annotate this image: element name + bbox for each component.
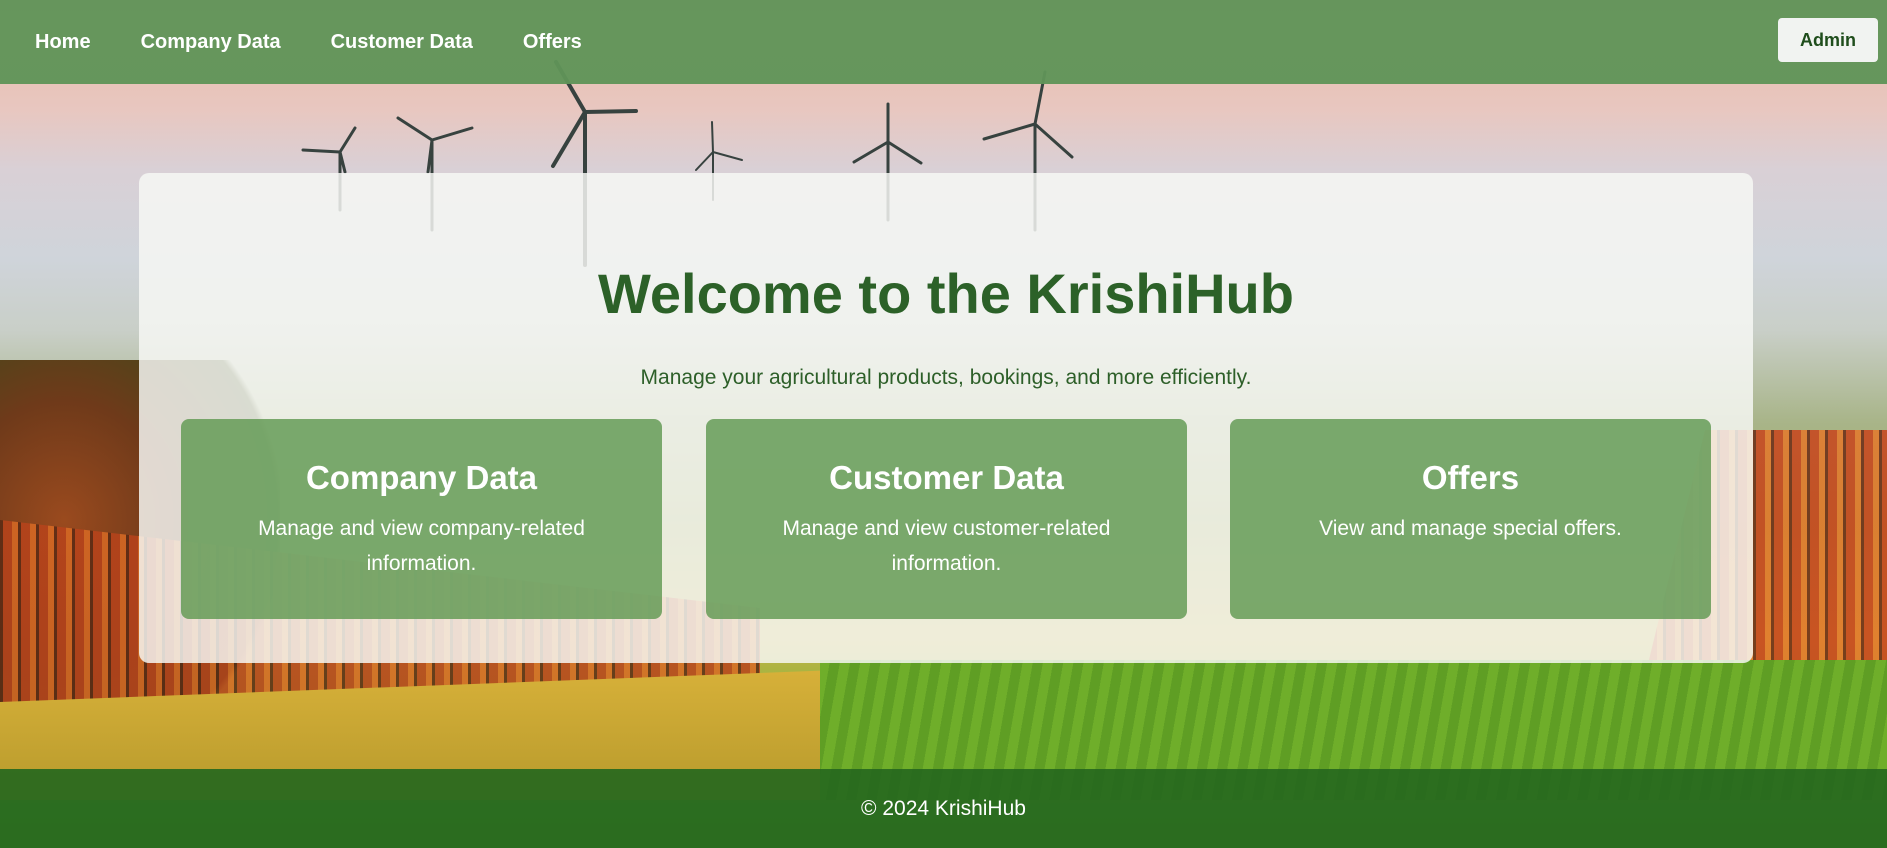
nav-link-offers[interactable]: Offers xyxy=(523,31,582,54)
card-title: Customer Data xyxy=(829,459,1064,496)
card-company-data[interactable]: Company Data Manage and view company-rel… xyxy=(181,419,662,619)
nav-link-home[interactable]: Home xyxy=(35,31,91,54)
nav-link-customer-data[interactable]: Customer Data xyxy=(331,31,473,54)
top-navbar: Home Company Data Customer Data Offers A… xyxy=(0,0,1887,84)
card-title: Offers xyxy=(1421,459,1520,496)
copyright-text: © 2024 KrishiHub xyxy=(861,796,1026,820)
card-customer-data[interactable]: Customer Data Manage and view customer-r… xyxy=(706,419,1187,619)
page-subtitle: Manage your agricultural products, booki… xyxy=(640,366,1252,389)
card-title: Company Data xyxy=(305,459,538,496)
admin-button[interactable]: Admin xyxy=(1778,18,1878,62)
card-description: View and manage special offers. xyxy=(1319,517,1622,540)
card-description: Manage and view company-related informat… xyxy=(258,517,585,575)
card-offers[interactable]: Offers View and manage special offers. xyxy=(1230,419,1711,619)
nav-link-company-data[interactable]: Company Data xyxy=(141,31,281,54)
page-title: Welcome to the KrishiHub xyxy=(598,262,1294,325)
card-description: Manage and view customer-related informa… xyxy=(782,517,1111,575)
welcome-panel: Welcome to the KrishiHub Manage your agr… xyxy=(139,173,1753,663)
page-footer: © 2024 KrishiHub xyxy=(0,769,1887,848)
nav-links: Home Company Data Customer Data Offers xyxy=(35,31,582,54)
